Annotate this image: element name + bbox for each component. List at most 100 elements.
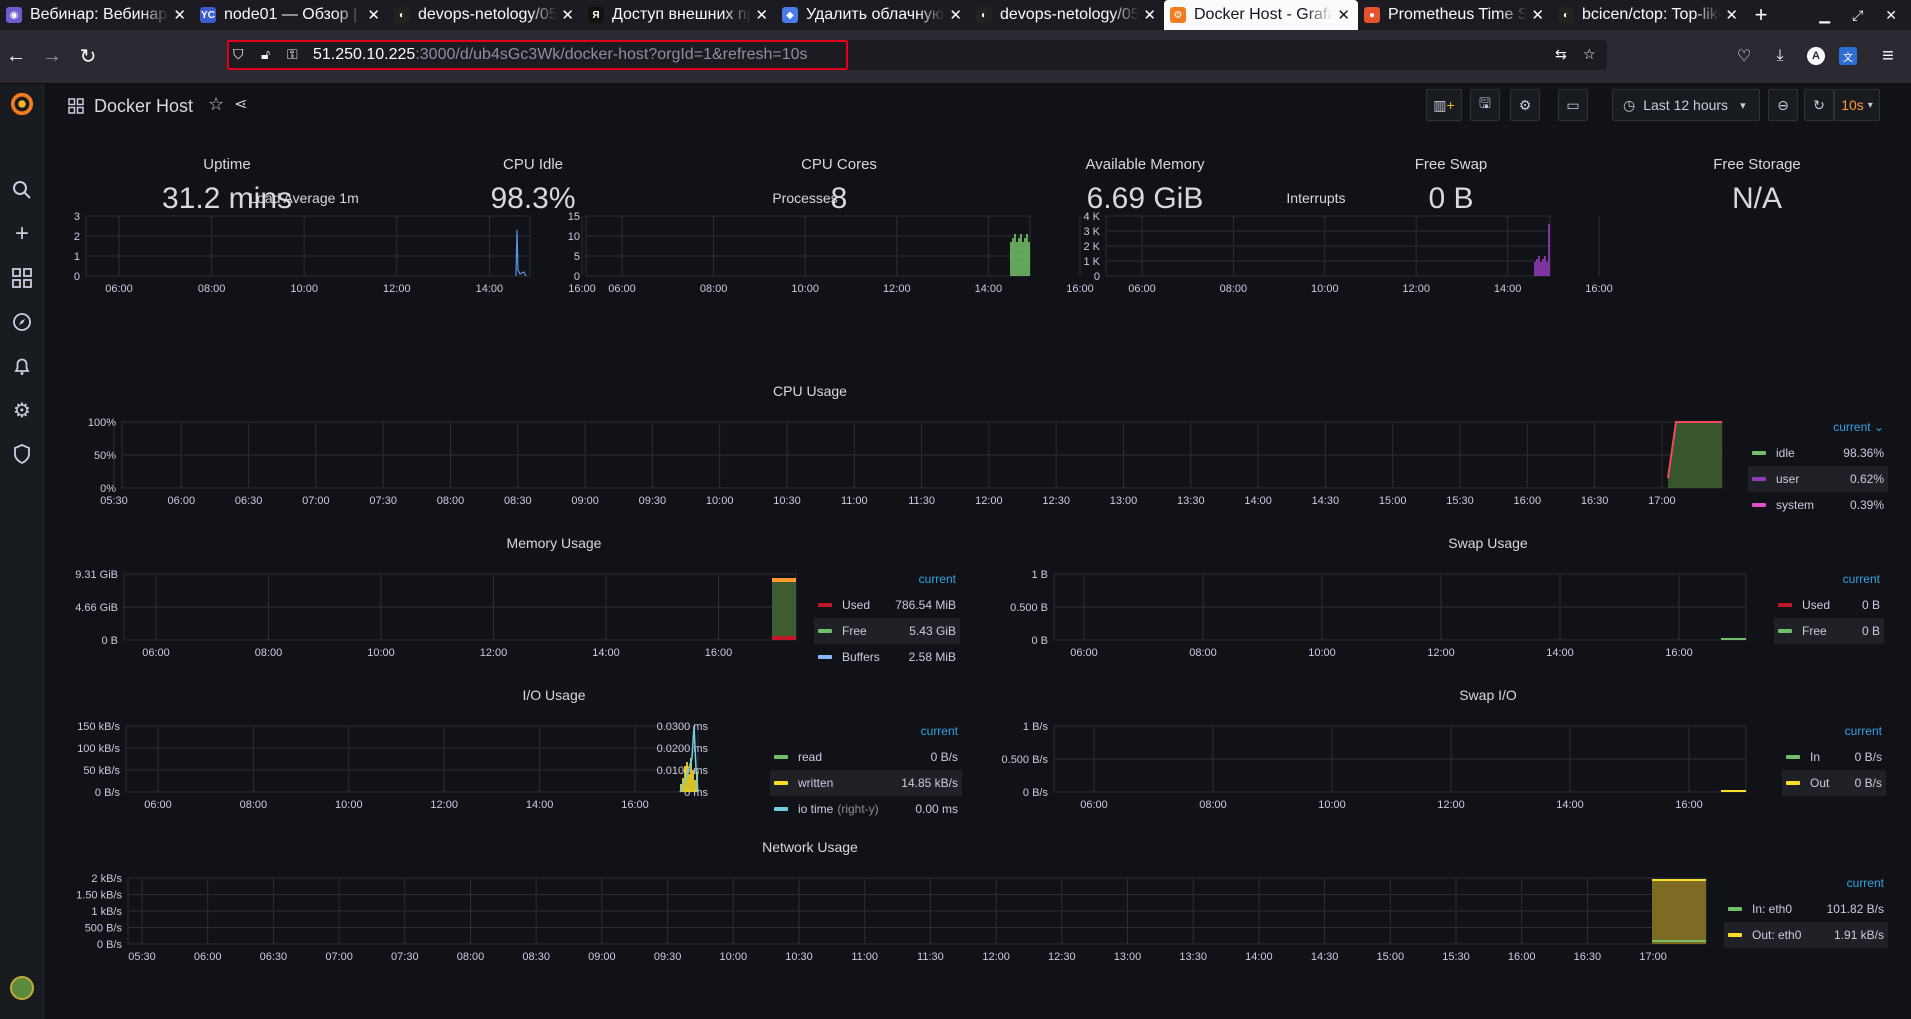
tracking-shield-icon[interactable]: ⛉ <box>233 46 244 63</box>
processes-chart[interactable]: 15105006:00 08:00 10:00 12:00 14:00 16:00 <box>554 210 1094 296</box>
tab-close-icon[interactable]: ✕ <box>1143 6 1156 24</box>
panel-title-cpu-usage: CPU Usage <box>773 383 847 399</box>
save-dashboard-button[interactable]: 🖫︎ <box>1470 89 1500 121</box>
io-usage-chart[interactable]: 150 kB/s 100 kB/s 50 kB/s 0 B/s 06:00 08:00 10… <box>44 718 814 812</box>
legend-item[interactable]: In: eth0 101.82 B/s <box>1724 896 1888 922</box>
legend-item[interactable]: Used 786.54 MiB <box>814 592 960 618</box>
explore-compass-icon[interactable] <box>10 310 34 334</box>
tab-close-icon[interactable]: ✕ <box>173 6 186 24</box>
legend-item[interactable]: read 0 B/s <box>770 744 962 770</box>
legend-item[interactable]: Used 0 B <box>1774 592 1884 618</box>
reload-icon[interactable]: ↻ <box>76 44 100 68</box>
tab-close-icon[interactable]: ✕ <box>755 6 768 24</box>
load-average-chart[interactable]: 321006:00 08:00 10:00 12:00 14:00 16:00 <box>44 210 596 296</box>
legend-item[interactable]: Free 5.43 GiB <box>814 618 960 644</box>
cycle-view-mode-button[interactable]: ▭ <box>1558 89 1588 121</box>
pocket-icon[interactable]: ♡ <box>1732 44 1756 68</box>
tab-close-icon[interactable]: ✕ <box>1531 6 1544 24</box>
browser-tab[interactable]: ◐ devops-netology/05 ✕ <box>388 0 582 30</box>
legend-item[interactable]: Buffers 2.58 MiB <box>814 644 960 670</box>
legend-sort-header[interactable]: current <box>1724 876 1888 896</box>
tab-close-icon[interactable]: ✕ <box>1725 6 1738 24</box>
legend-item[interactable]: In 0 B/s <box>1782 744 1886 770</box>
legend-sort-header[interactable]: current <box>770 724 962 744</box>
favorite-star-icon[interactable]: ☆ <box>208 94 224 115</box>
tab-close-icon[interactable]: ✕ <box>367 6 380 24</box>
cpu-usage-chart[interactable]: 100%50%0%05:30 06:00 06:30 07:00 07:30 08:00 0… <box>44 414 1744 508</box>
back-arrow-icon[interactable]: ← <box>4 44 28 68</box>
browser-tab[interactable]: YC node01 — Обзор | Y ✕ <box>194 0 388 30</box>
forward-arrow-icon[interactable]: → <box>40 44 64 68</box>
legend-item[interactable]: Out: eth0 1.91 kB/s <box>1724 922 1888 948</box>
legend-item[interactable]: system 0.39% <box>1748 492 1888 518</box>
legend-sort-header[interactable]: current <box>1782 724 1886 744</box>
configuration-gear-icon[interactable]: ⚙ <box>10 398 34 422</box>
share-icon[interactable]: ⋖ <box>234 94 247 114</box>
legend-item[interactable]: written 14.85 kB/s <box>770 770 962 796</box>
downloads-icon[interactable]: ⤓ <box>1768 44 1792 68</box>
bookmark-star-icon[interactable]: ☆ <box>1583 46 1596 63</box>
dashboards-grid-icon[interactable] <box>10 266 34 290</box>
browser-tab[interactable]: ⚙ Docker Host - Grafa ✕ <box>1164 0 1358 30</box>
refresh-interval-picker[interactable]: 10s ▾ <box>1834 89 1880 121</box>
legend-sort-header[interactable]: current <box>1774 572 1884 592</box>
url-path: :3000/d/ub4sGc3Wk/docker-host?orgId=1&re… <box>415 46 808 63</box>
minimize-icon[interactable]: ▁ <box>1819 7 1830 24</box>
y-tick-label: 0.500 B/s <box>1002 754 1049 766</box>
create-plus-icon[interactable]: + <box>10 220 34 247</box>
permissions-key-icon[interactable]: ⚿ <box>287 46 298 63</box>
browser-tab[interactable]: ◉ Вебинар: Вебинар «✕ <box>0 0 194 30</box>
refresh-button[interactable]: ↻ <box>1804 89 1834 121</box>
new-tab-button[interactable]: + <box>1746 0 1776 30</box>
network-usage-chart[interactable]: 2 kB/s 1.50 kB/s 1 kB/s 500 B/s 0 B/s 05:30 06… <box>44 870 1707 964</box>
app-menu-icon[interactable]: ≡ <box>1876 44 1900 68</box>
x-tick-label: 07:00 <box>302 495 330 507</box>
swap-io-chart[interactable]: 1 B/s 0.500 B/s 0 B/s 06:00 08:00 10:00 12:00 1… <box>994 718 1764 812</box>
memory-usage-chart[interactable]: 9.31 GiB 4.66 GiB 0 B 06:00 08:00 10:00 12:00 1… <box>44 566 814 660</box>
tab-close-icon[interactable]: ✕ <box>561 6 574 24</box>
dashboard-settings-button[interactable]: ⚙ <box>1510 89 1540 121</box>
x-tick-label: 12:00 <box>383 283 411 295</box>
x-tick-label: 12:00 <box>1437 799 1465 811</box>
user-avatar[interactable] <box>10 976 34 1000</box>
legend-item[interactable]: idle 98.36% <box>1748 440 1888 466</box>
stat-title: Available Memory <box>1085 156 1205 173</box>
refresh-icon: ↻ <box>1813 96 1825 113</box>
legend-item[interactable]: Free 0 B <box>1774 618 1884 644</box>
legend-series-name: io time (right-y) <box>798 802 879 816</box>
server-admin-shield-icon[interactable] <box>10 442 34 466</box>
translate-icon[interactable]: ⇆ <box>1555 46 1567 63</box>
alerting-bell-icon[interactable] <box>10 354 34 378</box>
dashboard-title[interactable]: Docker Host <box>94 96 193 117</box>
interrupts-chart[interactable]: 4 K 3 K 2 K 1 K 0 06:00 08:00 10:00 12:00 14:00 16… <box>1064 210 1612 296</box>
account-icon[interactable]: A <box>1804 44 1828 68</box>
browser-tab[interactable]: ◆ Удалить облачную ✕ <box>776 0 970 30</box>
legend-sort-header[interactable]: current <box>814 572 960 592</box>
legend-series-name: Free <box>1802 624 1827 638</box>
tab-close-icon[interactable]: ✕ <box>949 6 962 24</box>
address-bar[interactable]: ⛉ 🔓︎ ⚿ 51.250.10.225:3000/d/ub4sGc3Wk/do… <box>227 40 1607 70</box>
tab-favicon-icon: ◐ <box>394 7 410 23</box>
search-icon[interactable] <box>10 178 34 202</box>
grafana-logo-icon[interactable] <box>10 92 34 116</box>
browser-tab[interactable]: ◐ devops-netology/05 ✕ <box>970 0 1164 30</box>
zoom-out-button[interactable]: ⊖ <box>1768 89 1798 121</box>
browser-tab[interactable]: Я Доступ внешних пр ✕ <box>582 0 776 30</box>
insecure-lock-icon[interactable]: 🔓︎ <box>261 46 270 63</box>
legend-item[interactable]: user 0.62% <box>1748 466 1888 492</box>
x-tick-label: 11:30 <box>917 951 944 963</box>
restore-icon[interactable]: ⤢ <box>1852 7 1863 24</box>
url-text[interactable]: 51.250.10.225:3000/d/ub4sGc3Wk/docker-ho… <box>313 46 808 64</box>
translate-extension-icon[interactable]: 文 <box>1836 44 1860 68</box>
tab-close-icon[interactable]: ✕ <box>1337 6 1350 24</box>
close-window-icon[interactable]: ✕ <box>1885 7 1897 24</box>
panel-title-processes: Processes <box>772 190 838 206</box>
time-range-picker[interactable]: ◷ Last 12 hours ▾ <box>1612 89 1760 121</box>
browser-tab[interactable]: ◐ bcicen/ctop: Top-like ✕ <box>1552 0 1746 30</box>
legend-sort-header[interactable]: current ⌄ <box>1748 420 1888 440</box>
add-panel-button[interactable]: ▥+ <box>1426 89 1462 121</box>
browser-tab[interactable]: ● Prometheus Time Se ✕ <box>1358 0 1552 30</box>
legend-item[interactable]: io time (right-y) 0.00 ms <box>770 796 962 822</box>
legend-item[interactable]: Out 0 B/s <box>1782 770 1886 796</box>
swap-usage-chart[interactable]: 1 B 0.500 B 0 B 06:00 08:00 10:00 12:00 14:00 16… <box>994 566 1764 660</box>
